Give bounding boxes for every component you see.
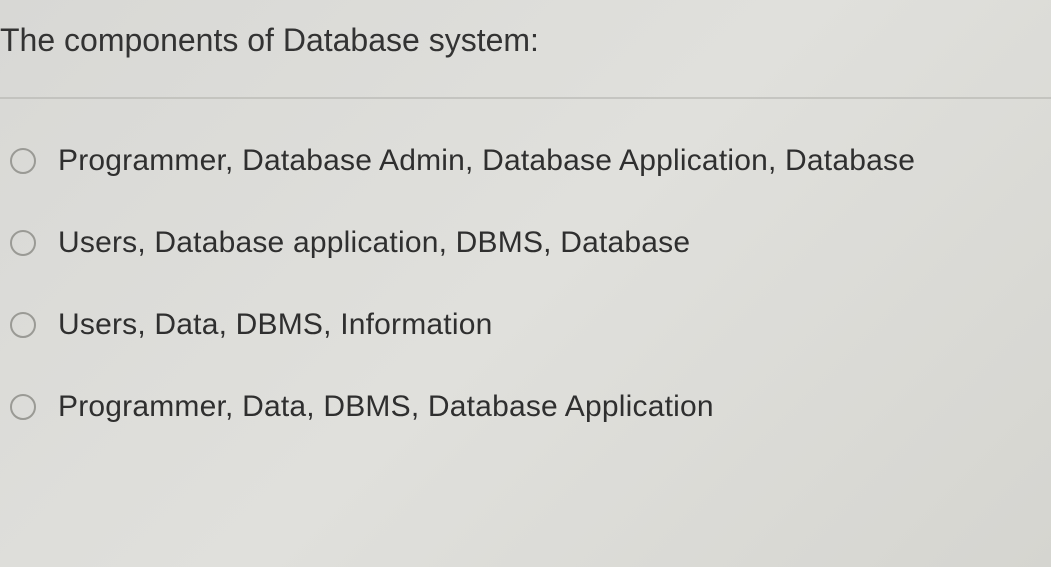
options-section: Programmer, Database Admin, Database App… xyxy=(0,99,1051,424)
option-label: Users, Database application, DBMS, Datab… xyxy=(58,226,690,260)
option-row[interactable]: Programmer, Database Admin, Database App… xyxy=(10,144,1051,178)
option-label: Programmer, Data, DBMS, Database Applica… xyxy=(58,390,714,424)
question-text: The components of Database system: xyxy=(0,22,1051,59)
radio-icon[interactable] xyxy=(10,312,36,338)
radio-icon[interactable] xyxy=(10,394,36,420)
option-label: Users, Data, DBMS, Information xyxy=(58,308,492,342)
option-label: Programmer, Database Admin, Database App… xyxy=(58,144,915,178)
option-row[interactable]: Users, Database application, DBMS, Datab… xyxy=(10,226,1051,260)
option-row[interactable]: Users, Data, DBMS, Information xyxy=(10,308,1051,342)
question-section: The components of Database system: xyxy=(0,0,1051,99)
radio-icon[interactable] xyxy=(10,148,36,174)
radio-icon[interactable] xyxy=(10,230,36,256)
option-row[interactable]: Programmer, Data, DBMS, Database Applica… xyxy=(10,390,1051,424)
